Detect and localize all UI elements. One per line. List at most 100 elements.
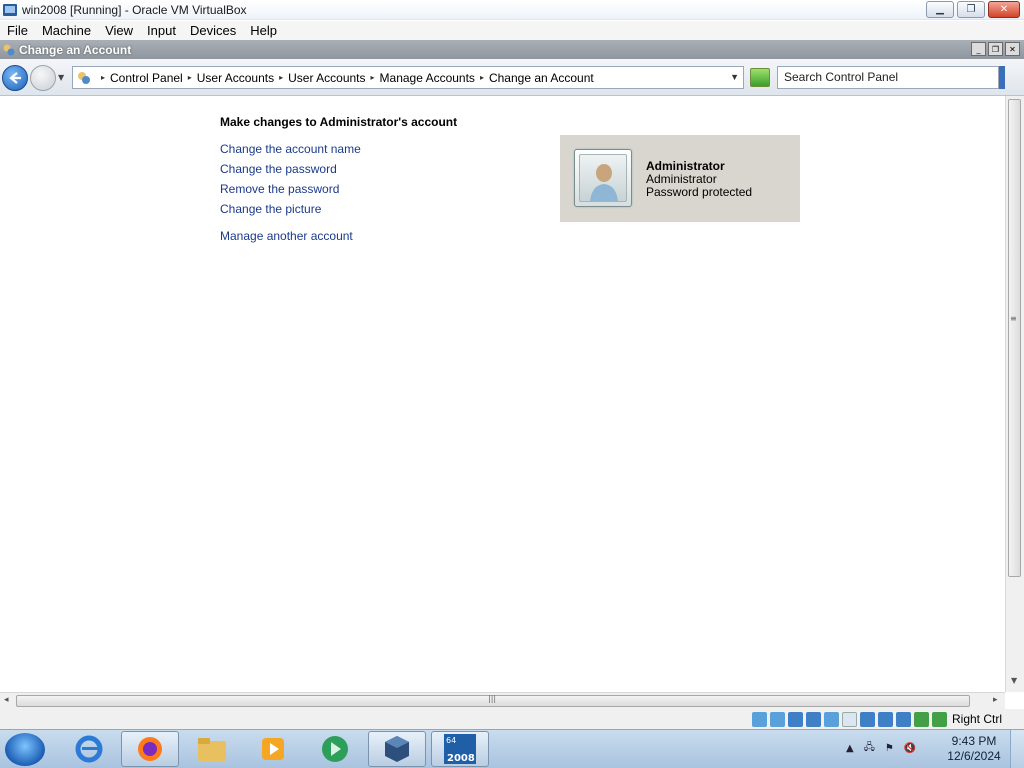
taskbar-green-app[interactable]	[306, 731, 364, 767]
taskbar-virtualbox[interactable]	[368, 731, 426, 767]
mouse-integration-icon[interactable]	[931, 711, 947, 727]
menu-view[interactable]: View	[98, 23, 140, 38]
clock-date: 12/6/2024	[947, 749, 1001, 763]
show-hidden-icons-icon[interactable]: ▲	[846, 743, 854, 754]
forward-button[interactable]	[30, 65, 56, 91]
refresh-button[interactable]	[750, 68, 770, 87]
back-arrow-icon	[9, 72, 21, 84]
account-picture	[574, 149, 632, 207]
breadcrumb-separator-icon[interactable]: ▸	[371, 73, 375, 82]
guest-minimize-button[interactable]: _	[971, 42, 986, 56]
guest-close-button[interactable]: ✕	[1005, 42, 1020, 56]
scroll-right-arrow-icon[interactable]: ▸	[993, 695, 998, 705]
menu-file[interactable]: File	[0, 23, 35, 38]
network-icon[interactable]	[805, 711, 821, 727]
scroll-grip-icon: ≡	[1010, 314, 1017, 323]
video-capture-icon[interactable]	[877, 711, 893, 727]
menu-devices[interactable]: Devices	[183, 23, 243, 38]
change-password-link[interactable]: Change the password	[220, 162, 337, 176]
virtualbox-app-icon	[3, 3, 17, 16]
action-center-icon[interactable]: ⚑	[885, 743, 894, 754]
guest-additions-icon[interactable]	[913, 711, 929, 727]
horizontal-scrollbar[interactable]: ◂ ||| ▸	[0, 692, 1005, 709]
vertical-scrollbar[interactable]: ≡ ▼	[1005, 96, 1024, 692]
virtualbox-icon	[385, 736, 409, 762]
taskbar-win2008[interactable]: 64 2008	[431, 731, 489, 767]
user-avatar-icon	[590, 164, 618, 201]
optical-drive-icon[interactable]	[769, 711, 785, 727]
taskbar-media-player[interactable]	[244, 731, 302, 767]
recent-pages-dropdown-icon[interactable]: ▼	[58, 73, 64, 82]
clock-time: 9:43 PM	[951, 734, 997, 748]
breadcrumb-user-accounts[interactable]: User Accounts	[197, 71, 274, 85]
scroll-down-arrow-icon[interactable]: ▼	[1011, 676, 1017, 685]
volume-muted-icon[interactable]: 🔇	[904, 743, 916, 754]
win2008-icon: 64 2008	[444, 734, 476, 764]
scroll-grip-icon: |||	[488, 694, 497, 703]
host-key-label: Right Ctrl	[951, 712, 1002, 726]
breadcrumb-separator-icon[interactable]: ▸	[279, 73, 283, 82]
restore-button[interactable]: ❐	[957, 1, 985, 18]
vbox-status-bar: Right Ctrl	[0, 709, 1024, 729]
menu-help[interactable]: Help	[243, 23, 284, 38]
guest-window-title: Change an Account	[19, 42, 132, 57]
control-panel-icon	[3, 44, 15, 55]
breadcrumb-change-an-account[interactable]: Change an Account	[489, 71, 594, 85]
change-account-name-link[interactable]: Change the account name	[220, 142, 361, 156]
taskbar-firefox[interactable]	[121, 731, 179, 767]
media-player-icon	[262, 738, 284, 760]
close-button[interactable]: ✕	[988, 1, 1020, 18]
vbox-window-title: win2008 [Running] - Oracle VM VirtualBox	[22, 2, 247, 17]
scroll-left-arrow-icon[interactable]: ◂	[4, 695, 9, 705]
guest-window-controls: _ ❐ ✕	[971, 42, 1020, 56]
address-dropdown-icon[interactable]: ▼	[730, 72, 739, 82]
window-controls: ▁ ❐ ✕	[926, 1, 1020, 18]
guest-restore-button[interactable]: ❐	[988, 42, 1003, 56]
start-button[interactable]	[5, 733, 45, 766]
page-heading: Make changes to Administrator's account	[220, 115, 458, 129]
shared-folders-icon[interactable]	[841, 711, 857, 727]
account-name: Administrator	[646, 159, 725, 173]
display-icon[interactable]	[859, 711, 875, 727]
control-panel-icon	[78, 71, 90, 84]
firefox-icon	[138, 737, 162, 761]
vbox-menubar: File Machine View Input Devices Help	[0, 21, 1024, 40]
usb-icon[interactable]	[823, 711, 839, 727]
show-desktop-button[interactable]	[1010, 730, 1024, 768]
main-content: Make changes to Administrator's account …	[0, 96, 1005, 692]
internet-explorer-icon	[75, 735, 103, 763]
breadcrumb-control-panel[interactable]: Control Panel	[110, 71, 183, 85]
vertical-scroll-thumb[interactable]	[1008, 99, 1021, 577]
clock[interactable]: 9:43 PM 12/6/2024	[946, 734, 1002, 764]
change-picture-link[interactable]: Change the picture	[220, 202, 321, 216]
breadcrumb-manage-accounts[interactable]: Manage Accounts	[380, 71, 475, 85]
account-role: Administrator	[646, 172, 717, 186]
taskbar-file-explorer[interactable]	[183, 731, 241, 767]
taskbar: 64 2008 ▲ 🖧 ⚑ 🔇 9:43 PM 12/6/2024	[0, 729, 1024, 768]
search-input[interactable]: Search Control Panel	[777, 66, 999, 89]
breadcrumb-separator-icon[interactable]: ▸	[101, 73, 105, 82]
guest-window-title-bar: Change an Account _ ❐ ✕	[0, 40, 1024, 59]
svg-text:2008: 2008	[447, 753, 475, 764]
breadcrumb-separator-icon[interactable]: ▸	[188, 73, 192, 82]
system-tray: ▲ 🖧 ⚑ 🔇	[846, 740, 916, 757]
back-button[interactable]	[2, 65, 28, 91]
minimize-button[interactable]: ▁	[926, 1, 954, 18]
network-tray-icon[interactable]: 🖧	[864, 740, 875, 757]
audio-icon[interactable]	[787, 711, 803, 727]
vt-x-icon[interactable]	[895, 711, 911, 727]
svg-text:64: 64	[446, 736, 456, 745]
search-icon[interactable]	[999, 66, 1005, 89]
hard-disk-icon[interactable]	[751, 711, 767, 727]
breadcrumb-user-accounts-2[interactable]: User Accounts	[288, 71, 365, 85]
remove-password-link[interactable]: Remove the password	[220, 182, 339, 196]
address-bar[interactable]: ▸ Control Panel ▸ User Accounts ▸ User A…	[72, 66, 744, 89]
taskbar-internet-explorer[interactable]	[60, 731, 118, 767]
breadcrumb-separator-icon[interactable]: ▸	[480, 73, 484, 82]
manage-another-account-link[interactable]: Manage another account	[220, 229, 353, 243]
menu-machine[interactable]: Machine	[35, 23, 98, 38]
green-app-icon	[322, 736, 348, 762]
menu-input[interactable]: Input	[140, 23, 183, 38]
navigation-bar: ▼ ▸ Control Panel ▸ User Accounts ▸ User…	[0, 59, 1024, 96]
account-status: Password protected	[646, 185, 753, 199]
